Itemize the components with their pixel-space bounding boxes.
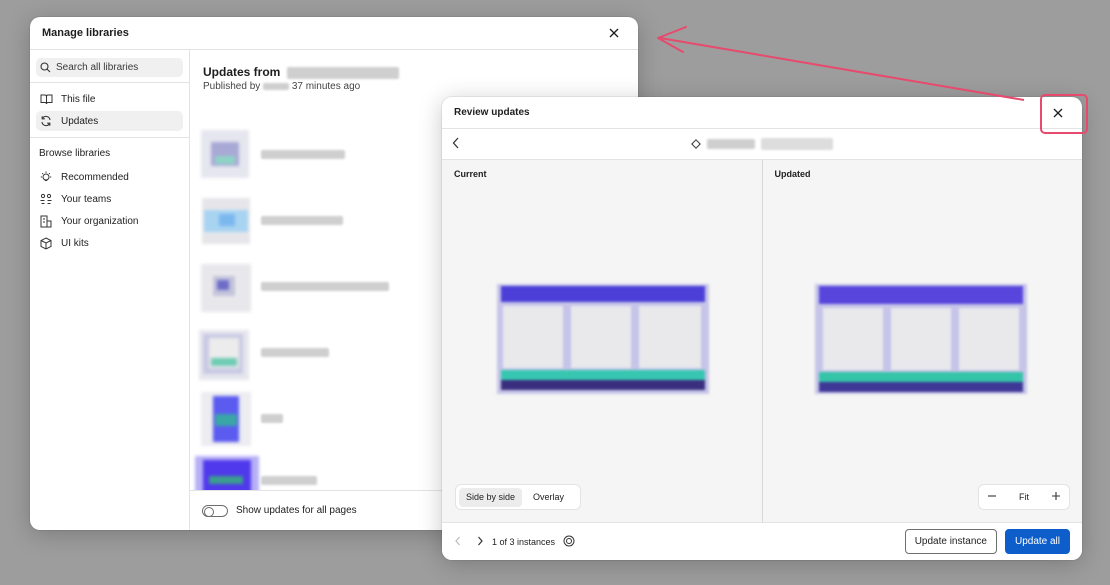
divider [30, 137, 189, 138]
component-thumbnail [195, 126, 251, 182]
organization-icon [39, 214, 53, 228]
redacted-component-name [261, 281, 389, 291]
sidebar-item-recommended[interactable]: Recommended [36, 167, 183, 187]
side-by-side-option[interactable]: Side by side [459, 487, 523, 507]
published-time: 37 minutes ago [291, 81, 361, 92]
redacted-component-name [261, 347, 329, 357]
sidebar-item-your-teams[interactable]: Your teams [36, 189, 183, 209]
component-thumbnail [195, 390, 251, 446]
divider [30, 82, 189, 83]
back-button[interactable] [452, 137, 460, 152]
previous-instance-button[interactable] [454, 536, 462, 548]
show-all-pages-toggle[interactable] [202, 504, 228, 517]
team-icon [39, 192, 53, 206]
plus-icon [1052, 492, 1060, 500]
sidebar-item-label: This file [61, 93, 96, 105]
review-footer: 1 of 3 instances Update instance Update … [442, 522, 1082, 560]
lightbulb-icon [39, 170, 53, 184]
target-icon [563, 535, 575, 546]
updates-title: Updates from [203, 65, 399, 79]
redacted-component-name [261, 413, 283, 423]
chevron-left-icon [452, 137, 459, 149]
published-prefix: Published by [203, 81, 261, 92]
list-item[interactable] [195, 324, 329, 380]
sidebar-item-label: Your organization [61, 215, 139, 227]
redacted-component-path [707, 139, 755, 149]
next-instance-button[interactable] [476, 536, 484, 548]
sidebar-item-label: UI kits [61, 237, 89, 249]
chevron-left-icon [455, 536, 460, 545]
review-updates-dialog: Review updates Current Side by side Over… [442, 97, 1082, 560]
chevron-right-icon [478, 536, 483, 545]
show-all-pages-label: Show updates for all pages [236, 505, 357, 516]
list-item[interactable] [195, 192, 343, 248]
search-icon [40, 62, 51, 73]
zoom-in-button[interactable] [1051, 491, 1061, 503]
redacted-component-name [261, 475, 317, 485]
dialog-title: Manage libraries [42, 27, 129, 39]
updated-component-preview [814, 284, 1027, 394]
updated-label: Updated [774, 169, 811, 179]
sidebar-item-label: Recommended [61, 171, 129, 183]
published-info: Published by 37 minutes ago [203, 81, 360, 92]
zoom-out-button[interactable] [987, 491, 997, 503]
search-input[interactable] [56, 62, 176, 73]
sidebar-item-updates[interactable]: Updates [36, 111, 183, 131]
current-component-preview [497, 284, 709, 394]
view-mode-toggle: Side by side Overlay [455, 484, 581, 510]
redacted-component-path [761, 138, 833, 150]
list-item[interactable] [195, 258, 389, 314]
component-thumbnail [195, 192, 251, 248]
redacted-author [263, 82, 290, 90]
overlay-option[interactable]: Overlay [526, 488, 571, 507]
target-button[interactable] [563, 535, 575, 549]
zoom-control: Fit [978, 484, 1070, 510]
redacted-component-name [261, 149, 345, 159]
updated-pane: Updated Fit [761, 160, 1082, 522]
redacted-component-name [261, 215, 343, 225]
update-instance-button[interactable]: Update instance [904, 529, 997, 554]
book-icon [39, 92, 53, 106]
dialog-title: Review updates [454, 107, 530, 118]
component-instance-icon [691, 139, 701, 149]
instances-count: 1 of 3 instances [492, 536, 556, 547]
sidebar-item-ui-kits[interactable]: UI kits [36, 233, 183, 253]
review-updates-header: Review updates [442, 97, 1082, 129]
redacted-library-name [286, 66, 399, 79]
list-item[interactable] [195, 126, 345, 182]
current-label: Current [454, 169, 487, 179]
zoom-fit-label[interactable]: Fit [1019, 492, 1029, 502]
component-thumbnail [195, 324, 251, 380]
close-manage-button[interactable] [602, 21, 626, 45]
close-icon [609, 28, 619, 38]
component-thumbnail [195, 258, 251, 314]
search-box[interactable] [36, 58, 183, 77]
annotation-highlight-box [1040, 94, 1088, 134]
update-all-button[interactable]: Update all [1004, 529, 1070, 554]
component-header [442, 129, 1082, 160]
minus-icon [988, 495, 996, 497]
kit-icon [39, 236, 53, 250]
manage-libraries-header: Manage libraries [30, 17, 638, 50]
sidebar-item-your-organization[interactable]: Your organization [36, 211, 183, 231]
sidebar-item-label: Your teams [61, 193, 112, 205]
refresh-icon [39, 114, 53, 128]
list-item[interactable] [195, 390, 283, 446]
updates-title-text: Updates from [203, 65, 281, 79]
sidebar-item-this-file[interactable]: This file [36, 89, 183, 109]
browse-libraries-heading: Browse libraries [39, 148, 111, 159]
sidebar-item-label: Updates [61, 115, 99, 127]
comparison-panes: Current Side by side Overlay Updated Fit [442, 160, 1082, 522]
libraries-sidebar: This file Updates Browse libraries Recom… [30, 50, 190, 530]
current-pane: Current Side by side Overlay [442, 160, 762, 522]
